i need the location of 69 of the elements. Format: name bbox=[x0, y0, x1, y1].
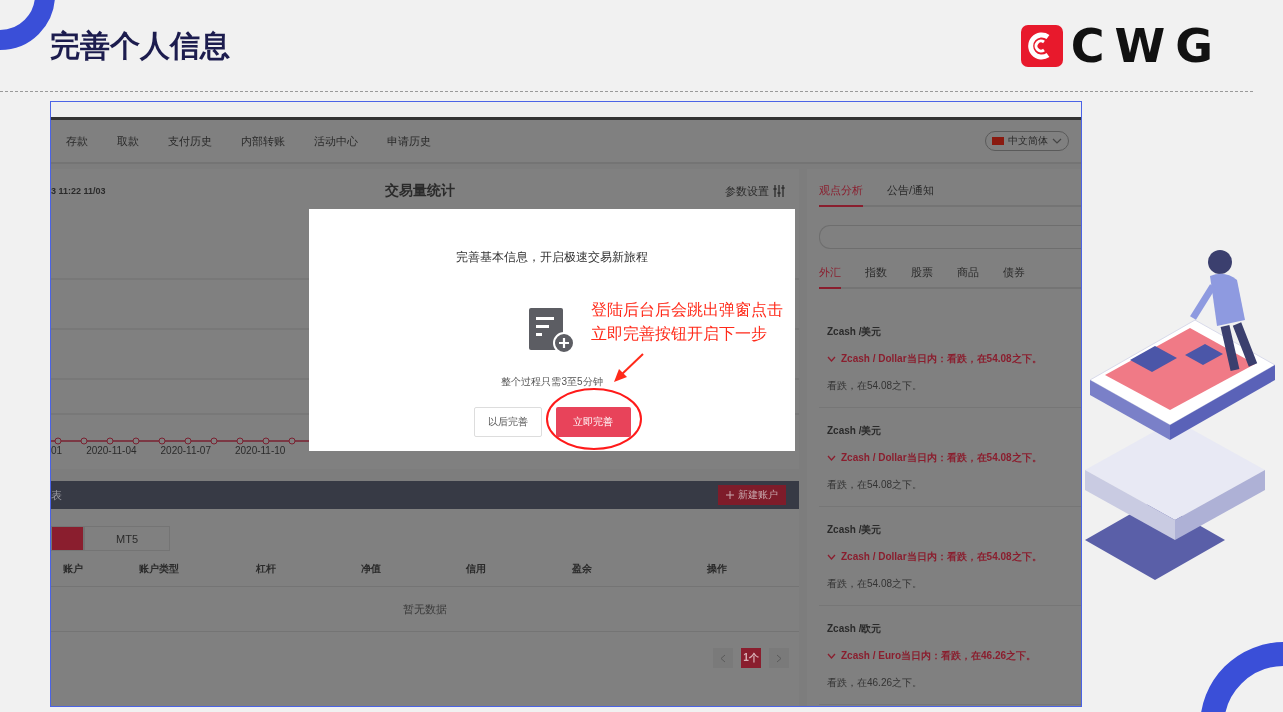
category-tab[interactable]: 指数 bbox=[865, 265, 887, 289]
account-tab[interactable]: MT5 bbox=[84, 526, 170, 551]
next-page-button[interactable] bbox=[769, 648, 789, 668]
annotation-text: 登陆后台后会跳出弹窗点击立即完善按钮开启下一步 bbox=[591, 300, 784, 344]
item-summary: Zcash / Euro当日内：看跌，在46.26之下。 bbox=[827, 649, 1081, 663]
plus-icon bbox=[726, 491, 734, 499]
new-account-button[interactable]: 新建账户 bbox=[718, 485, 786, 505]
nav-item[interactable]: 活动中心 bbox=[314, 133, 358, 149]
axis-label: 01 bbox=[51, 445, 63, 456]
sliders-icon bbox=[773, 185, 785, 197]
highlight-ellipse-icon bbox=[545, 387, 643, 451]
logo-icon bbox=[1020, 24, 1063, 67]
nav-item[interactable]: 支付历史 bbox=[168, 133, 212, 149]
chevron-left-icon bbox=[720, 653, 726, 663]
later-button[interactable]: 以后完善 bbox=[473, 407, 542, 437]
modal-title: 完善基本信息，开启极速交易新旅程 bbox=[456, 249, 648, 266]
item-summary: Zcash / Dollar当日内：看跌，在54.08之下。 bbox=[827, 352, 1081, 366]
chevron-down-icon bbox=[827, 653, 836, 659]
item-summary: Zcash / Dollar当日内：看跌，在54.08之下。 bbox=[827, 451, 1081, 465]
account-tab[interactable] bbox=[51, 526, 84, 551]
category-tab[interactable]: 外汇 bbox=[819, 265, 841, 289]
category-tab[interactable]: 债券 bbox=[1003, 265, 1025, 289]
stats-title: 交易量统计 bbox=[385, 182, 456, 200]
document-add-icon bbox=[529, 308, 575, 354]
column-header: 操作 bbox=[707, 562, 728, 576]
flag-icon bbox=[992, 137, 1004, 145]
chevron-down-icon bbox=[827, 455, 836, 461]
slide-title: 完善个人信息 bbox=[50, 28, 230, 64]
item-title: Zcash /美元 bbox=[827, 424, 883, 438]
prev-page-button[interactable] bbox=[713, 648, 733, 668]
chevron-down-icon bbox=[827, 356, 836, 362]
page-button[interactable]: 1个 bbox=[741, 648, 761, 668]
item-detail: 看跌，在54.08之下。 bbox=[827, 577, 924, 591]
item-title: Zcash /欧元 bbox=[827, 622, 883, 636]
nav-item[interactable]: 存款 bbox=[66, 133, 88, 149]
item-summary: Zcash / Dollar当日内：看跌，在54.08之下。 bbox=[827, 550, 1081, 564]
panel-tab[interactable]: 公告/通知 bbox=[887, 183, 935, 207]
axis-label: 2020-11-07 bbox=[160, 445, 211, 456]
column-header: 账户 bbox=[63, 562, 84, 576]
search-field[interactable] bbox=[819, 225, 1081, 249]
category-tab[interactable]: 股票 bbox=[911, 265, 933, 289]
column-header: 账户类型 bbox=[139, 562, 180, 576]
axis-label: 2020-11-10 bbox=[234, 445, 286, 456]
column-header: 净值 bbox=[361, 562, 382, 576]
chevron-down-icon bbox=[827, 554, 836, 560]
item-title: Zcash /美元 bbox=[827, 325, 883, 339]
axis-label: 2020-11-04 bbox=[86, 445, 137, 456]
item-detail: 看跌，在54.08之下。 bbox=[827, 478, 924, 492]
settings-link[interactable]: 参数设置 bbox=[725, 183, 785, 199]
chevron-right-icon bbox=[776, 653, 782, 663]
nav-item[interactable]: 取款 bbox=[117, 133, 139, 149]
empty-message: 暂无数据 bbox=[51, 587, 799, 632]
column-header: 杠杆 bbox=[256, 562, 277, 576]
nav-item[interactable]: 内部转账 bbox=[241, 133, 285, 149]
item-title: Zcash /美元 bbox=[827, 523, 883, 537]
logo-text: CWG bbox=[1070, 18, 1223, 73]
section-title: 表 bbox=[51, 487, 62, 503]
confirm-button[interactable]: 立即完善 bbox=[555, 407, 631, 437]
column-header: 信用 bbox=[466, 562, 487, 576]
nav-item[interactable]: 申请历史 bbox=[387, 133, 431, 149]
item-detail: 看跌，在54.08之下。 bbox=[827, 379, 924, 393]
panel-tab[interactable]: 观点分析 bbox=[819, 183, 863, 207]
modal-hint: 整个过程只需3至5分钟 bbox=[501, 375, 603, 389]
category-tab[interactable]: 商品 bbox=[957, 265, 979, 289]
item-detail: 看跌，在46.26之下。 bbox=[827, 676, 924, 690]
timestamp: 3 11:22 11/03 bbox=[51, 186, 107, 196]
arrow-icon bbox=[611, 352, 645, 384]
column-header: 盈余 bbox=[572, 562, 593, 576]
chevron-down-icon bbox=[1052, 137, 1062, 145]
